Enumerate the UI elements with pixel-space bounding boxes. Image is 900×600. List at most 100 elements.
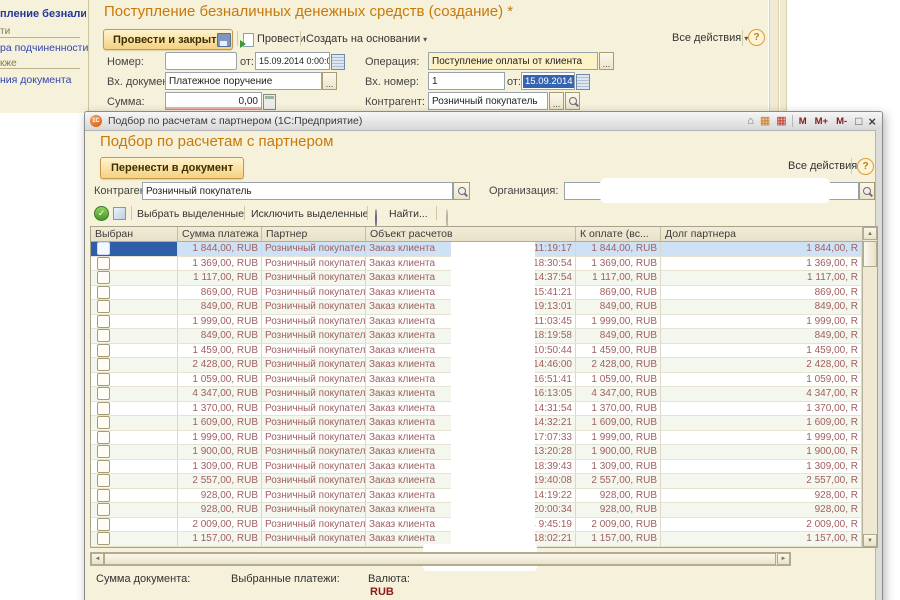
- counterparty-field[interactable]: Розничный покупатель: [428, 92, 548, 110]
- operation-field[interactable]: Поступление оплаты от клиента: [428, 52, 598, 70]
- column-header-payable[interactable]: К оплате (вс...: [576, 227, 661, 242]
- row-select-cell[interactable]: [91, 503, 178, 517]
- row-checkbox[interactable]: [97, 503, 110, 516]
- cell-payment-sum[interactable]: 1 157,00, RUB: [178, 532, 262, 546]
- choose-button[interactable]: ...: [322, 72, 337, 90]
- cell-partner[interactable]: Розничный покупатель: [262, 242, 366, 256]
- row-checkbox[interactable]: [97, 445, 110, 458]
- post-button[interactable]: Провести: [257, 33, 306, 45]
- home-icon[interactable]: ⌂: [747, 116, 754, 127]
- window-scroll-strip[interactable]: [780, 0, 787, 113]
- close-button[interactable]: ×: [868, 115, 876, 128]
- cell-partner[interactable]: Розничный покупатель: [262, 431, 366, 445]
- cell-partner-debt[interactable]: 869,00, R: [661, 286, 862, 300]
- cell-payable[interactable]: 928,00, RUB: [576, 489, 661, 503]
- post-and-close-button[interactable]: Провести и закрыть: [103, 29, 233, 50]
- cell-partner[interactable]: Розничный покупатель: [262, 518, 366, 532]
- row-select-cell[interactable]: [91, 373, 178, 387]
- cell-partner-debt[interactable]: 4 347,00, R: [661, 387, 862, 401]
- cell-payment-sum[interactable]: 1 309,00, RUB: [178, 460, 262, 474]
- cell-partner-debt[interactable]: 1 370,00, R: [661, 402, 862, 416]
- scroll-left-button[interactable]: ◄: [91, 553, 104, 565]
- cell-partner[interactable]: Розничный покупатель: [262, 416, 366, 430]
- cell-payable[interactable]: 1 999,00, RUB: [576, 315, 661, 329]
- cell-partner-debt[interactable]: 1 609,00, R: [661, 416, 862, 430]
- check-all-icon[interactable]: ✓: [94, 206, 109, 221]
- help-button[interactable]: ?: [748, 29, 765, 46]
- cell-payment-sum[interactable]: 849,00, RUB: [178, 300, 262, 314]
- cell-payment-sum[interactable]: 1 117,00, RUB: [178, 271, 262, 285]
- cell-partner[interactable]: Розничный покупатель: [262, 474, 366, 488]
- calendar-icon[interactable]: ▦: [776, 116, 786, 127]
- number-field[interactable]: [165, 52, 237, 70]
- row-select-cell[interactable]: [91, 460, 178, 474]
- row-select-cell[interactable]: [91, 445, 178, 459]
- cell-partner[interactable]: Розничный покупатель: [262, 445, 366, 459]
- scrollbar-thumb[interactable]: [104, 553, 776, 565]
- row-checkbox[interactable]: [97, 402, 110, 415]
- row-checkbox[interactable]: [97, 460, 110, 473]
- sidebar-nav-title[interactable]: пление безнали...: [0, 8, 86, 20]
- row-select-cell[interactable]: [91, 532, 178, 546]
- all-actions-button[interactable]: Все действия▾: [788, 160, 864, 172]
- cell-partner[interactable]: Розничный покупатель: [262, 286, 366, 300]
- cell-payable[interactable]: 1 900,00, RUB: [576, 445, 661, 459]
- cell-payment-sum[interactable]: 928,00, RUB: [178, 503, 262, 517]
- scroll-up-button[interactable]: ▲: [863, 227, 877, 240]
- column-header-partner-debt[interactable]: Долг партнера: [661, 227, 862, 242]
- row-select-cell[interactable]: [91, 431, 178, 445]
- row-select-cell[interactable]: [91, 329, 178, 343]
- cell-partner[interactable]: Розничный покупатель: [262, 329, 366, 343]
- row-select-cell[interactable]: [91, 315, 178, 329]
- cell-payable[interactable]: 2 428,00, RUB: [576, 358, 661, 372]
- cell-partner[interactable]: Розничный покупатель: [262, 373, 366, 387]
- column-header-settlement-object[interactable]: Объект расчетов: [366, 227, 576, 242]
- cell-partner[interactable]: Розничный покупатель: [262, 358, 366, 372]
- row-select-cell[interactable]: [91, 416, 178, 430]
- row-select-cell[interactable]: [91, 402, 178, 416]
- row-select-cell[interactable]: [91, 387, 178, 401]
- cell-partner[interactable]: Розничный покупатель: [262, 532, 366, 546]
- cell-partner-debt[interactable]: 1 157,00, R: [661, 532, 862, 546]
- calculator-icon[interactable]: [263, 94, 276, 110]
- find-button[interactable]: Найти...: [389, 208, 428, 220]
- calculator-icon[interactable]: ▦: [760, 116, 770, 127]
- search-button[interactable]: [453, 182, 470, 200]
- row-select-cell[interactable]: [91, 257, 178, 271]
- cell-partner-debt[interactable]: 2 009,00, R: [661, 518, 862, 532]
- row-select-cell[interactable]: [91, 286, 178, 300]
- maximize-button[interactable]: □: [855, 115, 862, 127]
- row-select-cell[interactable]: [91, 474, 178, 488]
- memory-plus-button[interactable]: M+: [815, 116, 828, 127]
- cell-partner-debt[interactable]: 1 999,00, R: [661, 315, 862, 329]
- row-checkbox[interactable]: [97, 387, 110, 400]
- cell-payment-sum[interactable]: 1 369,00, RUB: [178, 257, 262, 271]
- row-checkbox[interactable]: [97, 286, 110, 299]
- cell-payment-sum[interactable]: 869,00, RUB: [178, 286, 262, 300]
- cell-partner-debt[interactable]: 928,00, R: [661, 489, 862, 503]
- help-button[interactable]: ?: [857, 158, 874, 175]
- row-checkbox[interactable]: [97, 358, 110, 371]
- scroll-right-button[interactable]: ►: [777, 553, 790, 565]
- cell-partner-debt[interactable]: 928,00, R: [661, 503, 862, 517]
- cell-payment-sum[interactable]: 1 999,00, RUB: [178, 315, 262, 329]
- row-checkbox[interactable]: [97, 315, 110, 328]
- cell-payment-sum[interactable]: 1 900,00, RUB: [178, 445, 262, 459]
- choose-button[interactable]: ...: [599, 52, 614, 70]
- calendar-picker-icon[interactable]: [331, 54, 345, 70]
- cell-payable[interactable]: 849,00, RUB: [576, 300, 661, 314]
- cell-payable[interactable]: 4 347,00, RUB: [576, 387, 661, 401]
- row-checkbox[interactable]: [97, 431, 110, 444]
- incoming-number-field[interactable]: 1: [428, 72, 505, 90]
- row-select-cell[interactable]: [91, 271, 178, 285]
- cell-payable[interactable]: 1 117,00, RUB: [576, 271, 661, 285]
- dialog-titlebar[interactable]: 1С Подбор по расчетам с партнером (1С:Пр…: [85, 112, 882, 131]
- search-button[interactable]: [565, 92, 580, 110]
- exclude-marked-button[interactable]: Исключить выделенные: [251, 208, 369, 220]
- cell-partner-debt[interactable]: 1 999,00, R: [661, 431, 862, 445]
- cell-payable[interactable]: 1 844,00, RUB: [576, 242, 661, 256]
- cell-payment-sum[interactable]: 1 844,00, RUB: [178, 242, 262, 256]
- row-select-cell[interactable]: [91, 358, 178, 372]
- cell-payment-sum[interactable]: 2 557,00, RUB: [178, 474, 262, 488]
- calendar-picker-icon[interactable]: [576, 74, 590, 90]
